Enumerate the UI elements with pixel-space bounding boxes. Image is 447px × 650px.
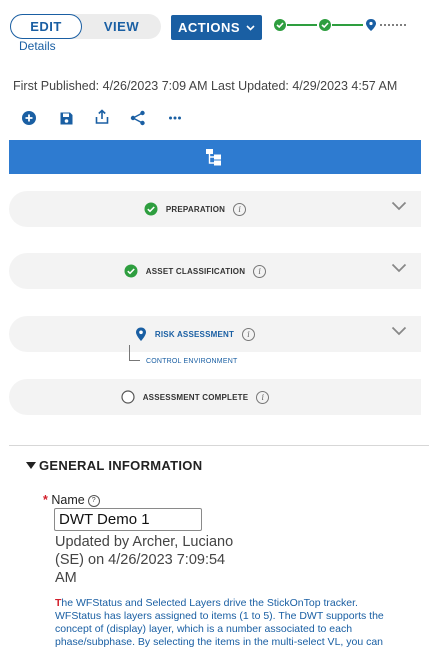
mini-progress-tracker xyxy=(274,19,408,31)
add-icon[interactable] xyxy=(20,109,38,127)
phase-assessment-complete[interactable]: ASSESSMENT COMPLETE i xyxy=(9,379,421,415)
phase-preparation[interactable]: PREPARATION i xyxy=(9,191,421,227)
edit-view-toggle: EDIT VIEW xyxy=(10,14,161,39)
section-title[interactable]: GENERAL INFORMATION xyxy=(39,458,202,473)
phase-risk-assessment[interactable]: RISK ASSESSMENT i xyxy=(9,316,421,352)
phase-label: RISK ASSESSMENT xyxy=(154,329,235,339)
phase-label: ASSESSMENT COMPLETE xyxy=(142,392,249,402)
description-body: he WFStatus and Selected Layers drive th… xyxy=(55,597,384,648)
export-icon[interactable] xyxy=(93,108,111,126)
name-input[interactable] xyxy=(54,508,202,531)
phase-label: ASSET CLASSIFICATION xyxy=(145,266,246,276)
save-icon[interactable] xyxy=(57,109,75,127)
check-circle-icon xyxy=(274,19,286,31)
view-button[interactable]: VIEW xyxy=(82,14,161,39)
phase-label: PREPARATION xyxy=(165,204,226,214)
hierarchy-icon[interactable] xyxy=(205,148,225,166)
actions-button[interactable]: ACTIONS xyxy=(171,15,262,40)
location-pin-icon xyxy=(135,327,146,341)
phase-asset-classification[interactable]: ASSET CLASSIFICATION i xyxy=(9,253,421,289)
required-asterisk: * xyxy=(43,493,48,507)
info-icon[interactable]: i xyxy=(242,327,256,341)
edit-button[interactable]: EDIT xyxy=(10,14,82,39)
subphase-connector xyxy=(129,345,140,361)
section-divider xyxy=(9,445,429,446)
collapse-triangle-icon[interactable] xyxy=(26,462,36,469)
chevron-down-icon xyxy=(246,24,255,31)
info-icon[interactable]: i xyxy=(233,202,247,216)
info-icon[interactable]: i xyxy=(256,390,270,404)
chevron-down-icon[interactable] xyxy=(391,326,407,336)
name-label-text: Name xyxy=(51,493,85,507)
details-link[interactable]: Details xyxy=(19,39,56,53)
empty-circle-icon xyxy=(121,390,135,404)
chevron-down-icon[interactable] xyxy=(391,263,407,273)
check-circle-icon xyxy=(144,202,158,216)
location-pin-icon xyxy=(366,19,376,31)
share-icon[interactable] xyxy=(129,109,147,127)
check-circle-icon xyxy=(319,19,331,31)
description-text: The WFStatus and Selected Layers drive t… xyxy=(55,597,395,649)
tracker-header-bar xyxy=(9,140,421,174)
name-field-label: * Name? xyxy=(43,493,100,507)
info-icon[interactable]: i xyxy=(253,264,267,278)
actions-label: ACTIONS xyxy=(178,20,240,35)
help-icon[interactable]: ? xyxy=(87,494,100,507)
chevron-down-icon[interactable] xyxy=(391,201,407,211)
published-info: First Published: 4/26/2023 7:09 AM Last … xyxy=(13,79,398,93)
check-circle-icon xyxy=(124,264,138,278)
more-icon[interactable] xyxy=(166,109,184,127)
updated-info: Updated by Archer, Luciano (SE) on 4/26/… xyxy=(55,534,234,586)
subphase-control-environment[interactable]: CONTROL ENVIRONMENT xyxy=(146,358,237,365)
